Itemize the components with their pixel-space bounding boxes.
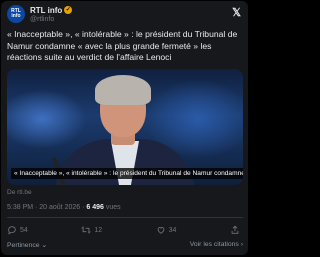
views-count: 6 496 xyxy=(86,204,104,211)
tweet-text: « Inacceptable », « intolérable » : le p… xyxy=(7,29,238,62)
tweet-footer: Pertinence ⌄ Voir les citations › xyxy=(7,241,243,249)
retweet-icon xyxy=(81,226,92,234)
retweet-count: 12 xyxy=(94,226,103,234)
chevron-right-icon: › xyxy=(240,241,243,248)
action-bar: 54 12 34 xyxy=(7,225,243,235)
citations-label: Voir les citations xyxy=(189,241,239,248)
link-source[interactable]: De rtl.be xyxy=(7,189,32,196)
tweet-timestamp[interactable]: 5:38 PM · 20 août 2026 · xyxy=(7,204,86,211)
account-handle[interactable]: @rtlinfo xyxy=(30,16,72,23)
share-button[interactable] xyxy=(230,225,243,235)
reply-icon xyxy=(8,226,16,235)
like-icon xyxy=(157,227,164,234)
verified-badge-icon: ✓ xyxy=(64,6,73,14)
views-label: vues xyxy=(103,204,121,211)
x-logo-icon[interactable]: 𝕏 xyxy=(232,6,241,19)
tweet-card: RTL info RTL info ✓ @rtlinfo 𝕏 « Inaccep… xyxy=(1,1,248,255)
relevance-selector[interactable]: Pertinence ⌄ xyxy=(7,241,47,249)
tweet-video[interactable]: « Inacceptable », « intolérable » : le p… xyxy=(7,69,243,185)
like-count: 34 xyxy=(168,226,177,234)
reply-button[interactable]: 54 xyxy=(7,225,28,235)
tweet-meta: 5:38 PM · 20 août 2026 · 6 496 vues xyxy=(7,204,121,211)
avatar-line2: info xyxy=(11,13,21,19)
like-button[interactable]: 34 xyxy=(156,225,177,235)
video-background-light xyxy=(7,89,87,149)
view-citations-link[interactable]: Voir les citations › xyxy=(190,241,243,249)
account-name[interactable]: RTL info xyxy=(30,6,62,15)
person-hair xyxy=(95,75,151,105)
avatar[interactable]: RTL info xyxy=(7,5,25,23)
video-caption: « Inacceptable », « intolérable » : le p… xyxy=(11,168,243,179)
chevron-down-icon: ⌄ xyxy=(41,242,48,249)
tweet-header: RTL info RTL info ✓ @rtlinfo xyxy=(7,5,73,23)
relevance-label: Pertinence xyxy=(7,242,40,249)
divider xyxy=(7,217,243,218)
retweet-button[interactable]: 12 xyxy=(81,225,102,235)
account-names: RTL info ✓ @rtlinfo xyxy=(30,6,73,23)
reply-count: 54 xyxy=(20,226,28,234)
share-icon xyxy=(231,225,239,234)
account-name-row[interactable]: RTL info ✓ xyxy=(30,6,73,15)
